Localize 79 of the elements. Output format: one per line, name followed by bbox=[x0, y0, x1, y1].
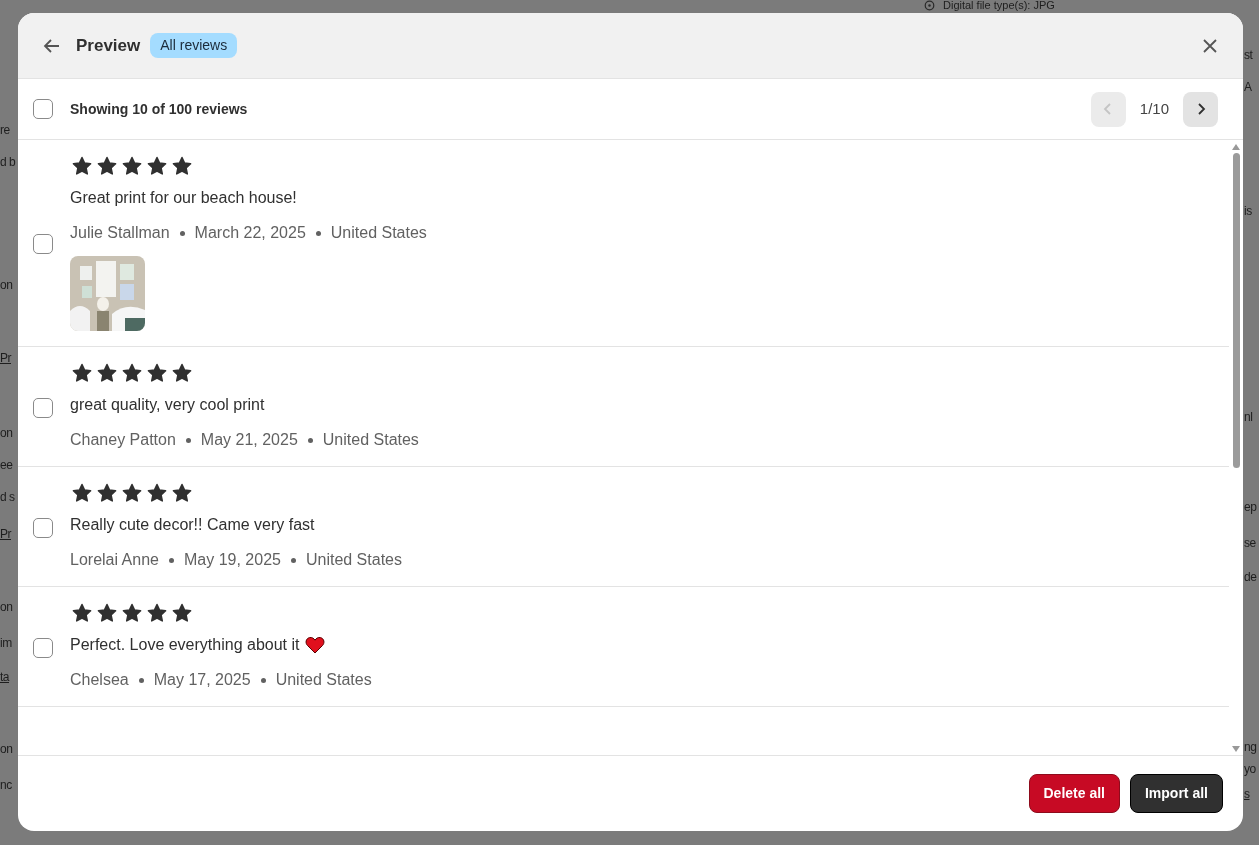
background-text: on bbox=[0, 278, 13, 292]
import-all-button[interactable]: Import all bbox=[1130, 774, 1223, 813]
scrollbar-thumb[interactable] bbox=[1232, 153, 1240, 468]
checkbox[interactable] bbox=[33, 517, 53, 538]
scroll-down-icon[interactable] bbox=[1232, 746, 1240, 752]
star-icon bbox=[147, 483, 167, 502]
star-icon bbox=[72, 483, 92, 502]
background-text: d b bbox=[0, 155, 16, 169]
star-icon bbox=[172, 156, 192, 175]
background-text: im bbox=[0, 636, 12, 650]
review-country: United States bbox=[322, 430, 419, 450]
chevron-right-icon bbox=[1195, 102, 1206, 116]
review-date: May 19, 2025 bbox=[183, 550, 281, 570]
star-icon bbox=[147, 363, 167, 382]
background-text: s bbox=[1244, 787, 1250, 801]
star-icon bbox=[147, 603, 167, 622]
star-icon bbox=[97, 603, 117, 622]
dialog-title: Preview bbox=[76, 34, 141, 57]
background-text: Pr bbox=[0, 351, 11, 365]
star-icon bbox=[97, 156, 117, 175]
review-country: United States bbox=[305, 550, 402, 570]
star-icon bbox=[172, 603, 192, 622]
background-text: re bbox=[0, 123, 10, 137]
review-text: Perfect. Love everything about it bbox=[70, 635, 300, 655]
background-text: de bbox=[1244, 570, 1257, 584]
checkbox[interactable] bbox=[33, 99, 53, 119]
reviewer-name: Chaney Patton bbox=[70, 430, 176, 450]
background-text: on bbox=[0, 742, 13, 756]
reviewer-name: Julie Stallman bbox=[70, 223, 170, 243]
page-indicator: 1/10 bbox=[1139, 98, 1169, 119]
background-text: Pr bbox=[0, 527, 11, 541]
review-date: March 22, 2025 bbox=[194, 223, 306, 243]
background-text: Digital file type(s): JPG bbox=[943, 0, 1055, 12]
delete-all-button[interactable]: Delete all bbox=[1028, 774, 1120, 813]
scroll-up-icon[interactable] bbox=[1232, 144, 1240, 150]
star-icon bbox=[97, 483, 117, 502]
background-text: st bbox=[1244, 48, 1253, 62]
review-count: Showing 10 of 100 reviews bbox=[70, 99, 248, 119]
checkbox[interactable] bbox=[33, 397, 53, 418]
background-text: on bbox=[0, 600, 13, 614]
heart-icon bbox=[305, 636, 326, 654]
background-text: ta bbox=[0, 670, 9, 684]
review-country: United States bbox=[275, 670, 372, 690]
review-text: great quality, very cool print bbox=[70, 395, 265, 415]
star-icon bbox=[147, 156, 167, 175]
star-icon bbox=[97, 363, 117, 382]
star-icon bbox=[72, 156, 92, 175]
checkbox[interactable] bbox=[33, 233, 53, 254]
background-text: d s bbox=[0, 490, 15, 504]
background-text: se bbox=[1244, 536, 1256, 550]
background-text: is bbox=[1244, 204, 1252, 218]
star-icon bbox=[72, 603, 92, 622]
star-icon bbox=[72, 363, 92, 382]
background-text: nc bbox=[0, 778, 12, 792]
clock-icon bbox=[924, 0, 935, 11]
background-text: ng bbox=[1244, 740, 1257, 754]
background-text: A bbox=[1244, 80, 1252, 94]
background-text: ee bbox=[0, 458, 13, 472]
checkbox[interactable] bbox=[33, 637, 53, 658]
star-icon bbox=[122, 363, 142, 382]
reviewer-name: Lorelai Anne bbox=[70, 550, 159, 570]
star-icon bbox=[122, 156, 142, 175]
star-icon bbox=[172, 483, 192, 502]
background-text: nl bbox=[1244, 410, 1253, 424]
star-icon bbox=[122, 603, 142, 622]
background-text: on bbox=[0, 426, 13, 440]
background-text: yo bbox=[1244, 762, 1256, 776]
reviewer-name: Chelsea bbox=[70, 670, 129, 690]
review-text: Really cute decor!! Came very fast bbox=[70, 515, 315, 535]
background-text: ep bbox=[1244, 500, 1257, 514]
review-date: May 17, 2025 bbox=[153, 670, 251, 690]
star-icon bbox=[122, 483, 142, 502]
star-icon bbox=[172, 363, 192, 382]
filter-badge: All reviews bbox=[150, 33, 238, 58]
chevron-left-icon bbox=[1103, 102, 1114, 116]
review-text: Great print for our beach house! bbox=[70, 188, 297, 208]
next-page-button[interactable] bbox=[1183, 91, 1218, 127]
review-date: May 21, 2025 bbox=[200, 430, 298, 450]
review-country: United States bbox=[330, 223, 427, 243]
